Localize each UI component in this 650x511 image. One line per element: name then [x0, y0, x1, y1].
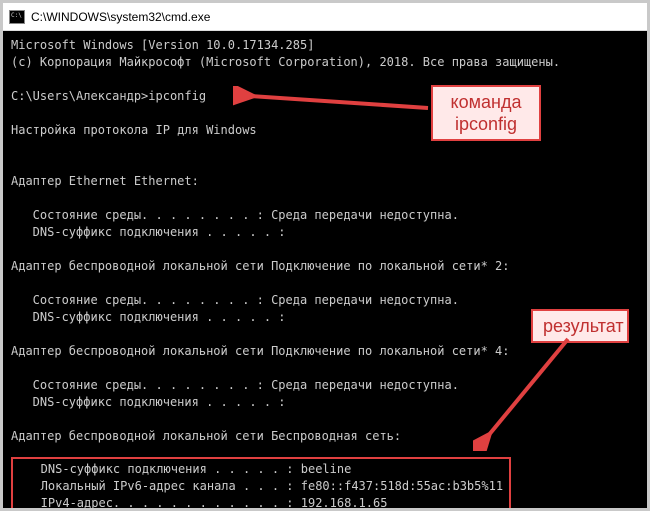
- annotation-command-line2: ipconfig: [443, 113, 529, 135]
- adapter-wlan4-dns: DNS-суффикс подключения . . . . . :: [11, 394, 639, 411]
- window-title: C:\WINDOWS\system32\cmd.exe: [31, 10, 210, 24]
- adapter-wireless-title: Адаптер беспроводной локальной сети Бесп…: [11, 428, 639, 445]
- config-title: Настройка протокола IP для Windows: [11, 122, 639, 139]
- titlebar[interactable]: C:\WINDOWS\system32\cmd.exe: [3, 3, 647, 31]
- terminal-area[interactable]: Microsoft Windows [Version 10.0.17134.28…: [3, 31, 647, 508]
- adapter-ethernet-title: Адаптер Ethernet Ethernet:: [11, 173, 639, 190]
- adapter-ethernet-dns: DNS-суффикс подключения . . . . . :: [11, 224, 639, 241]
- version-line: Microsoft Windows [Version 10.0.17134.28…: [11, 37, 639, 54]
- adapter-ethernet-state: Состояние среды. . . . . . . . : Среда п…: [11, 207, 639, 224]
- adapter-wlan2-title: Адаптер беспроводной локальной сети Подк…: [11, 258, 639, 275]
- result-ipv6: Локальный IPv6-адрес канала . . . : fe80…: [19, 478, 503, 495]
- cmd-icon: [9, 10, 25, 24]
- annotation-command-line1: команда: [443, 91, 529, 113]
- cmd-window: C:\WINDOWS\system32\cmd.exe Microsoft Wi…: [0, 0, 650, 511]
- annotation-command: команда ipconfig: [431, 85, 541, 141]
- adapter-wlan2-state: Состояние среды. . . . . . . . : Среда п…: [11, 292, 639, 309]
- prompt-line: C:\Users\Александр>ipconfig: [11, 88, 639, 105]
- result-ipv4: IPv4-адрес. . . . . . . . . . . . : 192.…: [19, 495, 503, 508]
- adapter-wlan4-state: Состояние среды. . . . . . . . : Среда п…: [11, 377, 639, 394]
- result-dns: DNS-суффикс подключения . . . . . : beel…: [19, 461, 503, 478]
- result-highlight-box: DNS-суффикс подключения . . . . . : beel…: [11, 457, 511, 508]
- copyright-line: (c) Корпорация Майкрософт (Microsoft Cor…: [11, 54, 639, 71]
- adapter-wlan4-title: Адаптер беспроводной локальной сети Подк…: [11, 343, 639, 360]
- annotation-result: результат: [531, 309, 629, 343]
